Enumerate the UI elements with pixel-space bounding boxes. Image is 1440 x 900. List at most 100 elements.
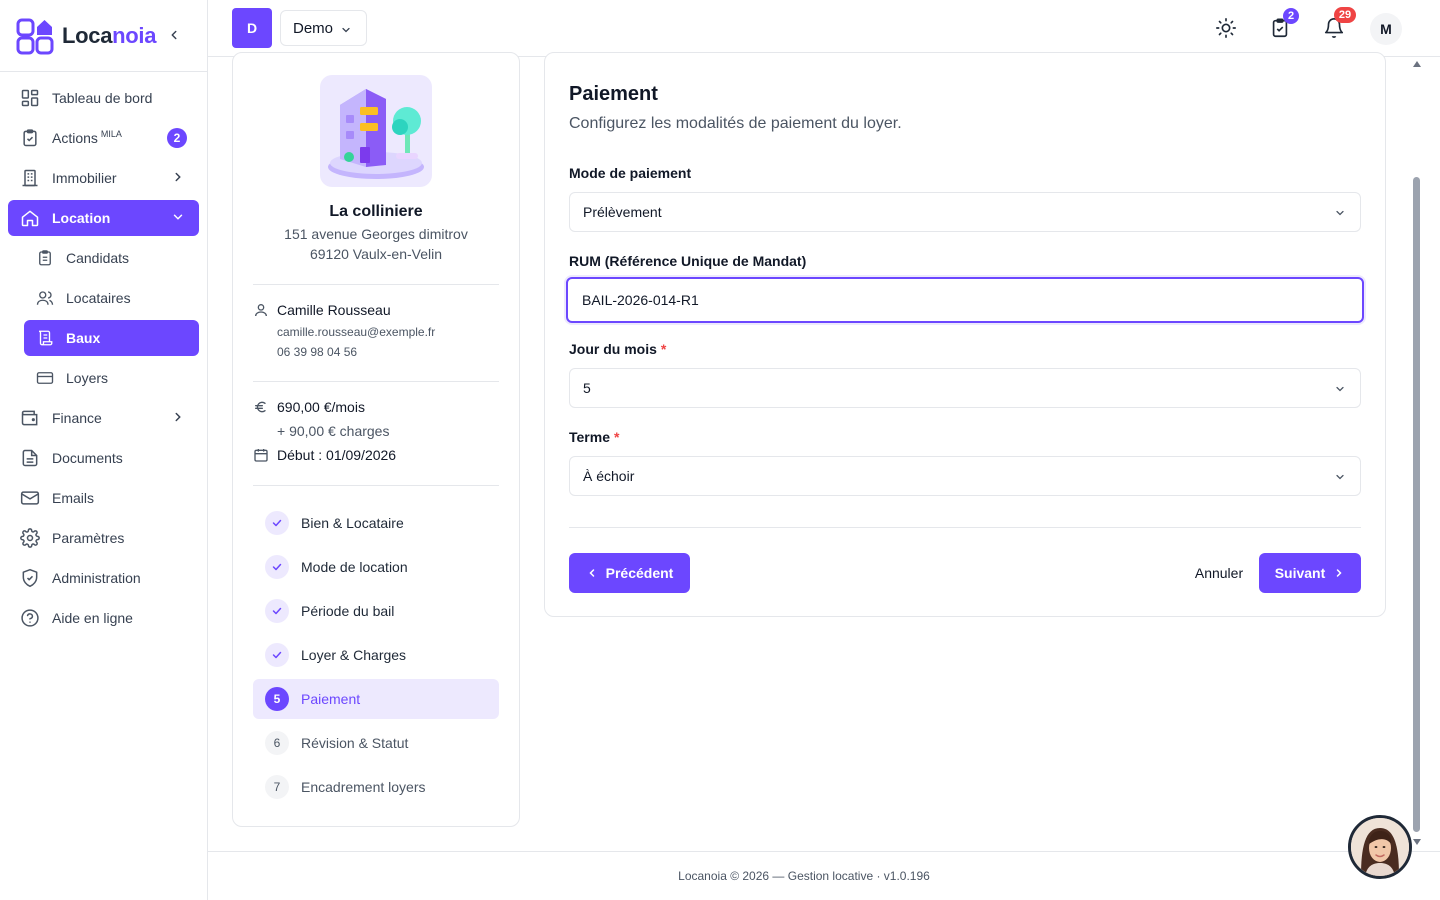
- start-date-row: Début : 01/09/2026: [253, 447, 396, 463]
- sidebar-item-locataires[interactable]: Locataires: [24, 280, 199, 316]
- step-loyer-charges[interactable]: Loyer & Charges: [253, 635, 499, 675]
- org-avatar[interactable]: D: [232, 8, 272, 48]
- sidebar-item-emails[interactable]: Emails: [8, 480, 199, 516]
- chevron-down-icon: [1336, 474, 1344, 480]
- user-avatar[interactable]: M: [1370, 13, 1402, 45]
- step-label: Mode de location: [301, 559, 408, 575]
- sidebar-item-documents[interactable]: Documents: [8, 440, 199, 476]
- cancel-button[interactable]: Annuler: [1183, 553, 1255, 593]
- home-icon: [21, 210, 39, 227]
- footer-text: Locanoia © 2026 — Gestion locative · v1.…: [678, 869, 930, 883]
- step-check: [265, 599, 289, 623]
- building-icon: [22, 169, 38, 187]
- notifications-badge: 29: [1334, 7, 1356, 23]
- sidebar-item-label: Paramètres: [52, 530, 125, 546]
- sun-icon: [1216, 18, 1236, 38]
- actions-count-badge: 2: [167, 128, 187, 148]
- theme-toggle-button[interactable]: [1215, 17, 1237, 39]
- logo-text: Locanoia: [62, 22, 157, 48]
- mila-tag: MILA: [100, 129, 122, 139]
- step-number: 7: [265, 775, 289, 799]
- page-scrollbar[interactable]: [1410, 57, 1424, 851]
- start-date: Début : 01/09/2026: [277, 447, 397, 463]
- shield-check-icon: [22, 568, 38, 588]
- charges-amount: + 90,00 € charges: [277, 423, 390, 439]
- sidebar-item-dashboard[interactable]: Tableau de bord: [8, 80, 199, 116]
- check-icon: [272, 651, 282, 659]
- logo[interactable]: Locanoia: [0, 0, 207, 72]
- term-select[interactable]: À échoir: [569, 456, 1361, 496]
- next-label: Suivant: [1274, 565, 1326, 581]
- sidebar-item-baux[interactable]: Baux: [24, 320, 199, 356]
- step-label: Encadrement loyers: [301, 779, 426, 795]
- payment-mode-select[interactable]: Prélèvement: [569, 192, 1361, 232]
- chevron-right-icon: [175, 412, 181, 422]
- rent-row: 690,00 €/mois: [253, 399, 365, 415]
- sidebar-item-actions[interactable]: Actions MILA 2: [8, 120, 199, 156]
- tenant-phone: 06 39 98 04 56: [277, 345, 358, 359]
- sidebar-item-label: Locataires: [66, 290, 131, 306]
- sidebar-item-label: Candidats: [66, 250, 130, 266]
- rum-input[interactable]: BAIL-2026-014-R1: [566, 277, 1364, 323]
- sidebar-item-immobilier[interactable]: Immobilier: [8, 160, 199, 196]
- assistant-chat-button[interactable]: [1348, 815, 1412, 879]
- sidebar-item-label: Baux: [66, 330, 101, 346]
- top-header: D Demo 2 29 M: [208, 0, 1440, 57]
- step-paiement[interactable]: 5 Paiement: [253, 679, 499, 719]
- collapse-sidebar-button[interactable]: [167, 28, 181, 42]
- step-mode-location[interactable]: Mode de location: [253, 547, 499, 587]
- sidebar-item-finance[interactable]: Finance: [8, 400, 199, 436]
- check-icon: [272, 519, 282, 527]
- document-icon: [22, 449, 38, 467]
- step-check: [265, 643, 289, 667]
- chevron-right-icon: [175, 172, 181, 182]
- previous-label: Précédent: [605, 565, 674, 581]
- property-name: La colliniere: [329, 203, 423, 220]
- sidebar-item-parametres[interactable]: Paramètres: [8, 520, 199, 556]
- logo-icon: [16, 18, 54, 54]
- next-button[interactable]: Suivant: [1259, 553, 1361, 593]
- org-name: Demo: [293, 19, 334, 37]
- clipboard-list-icon: [39, 250, 51, 266]
- lease-summary-card: La colliniere 151 avenue Georges dimitro…: [232, 52, 520, 827]
- step-label: Bien & Locataire: [301, 515, 404, 531]
- tenant-email: camille.rousseau@exemple.fr: [277, 325, 436, 339]
- term-value: À échoir: [583, 468, 635, 484]
- step-bien-locataire[interactable]: Bien & Locataire: [253, 503, 499, 543]
- step-revision-statut[interactable]: 6 Révision & Statut: [253, 723, 499, 763]
- step-periode-bail[interactable]: Période du bail: [253, 591, 499, 631]
- clipboard-check-icon: [23, 129, 37, 147]
- step-check: [265, 555, 289, 579]
- sidebar-item-aide[interactable]: Aide en ligne: [8, 600, 199, 636]
- step-check: [265, 511, 289, 535]
- credit-card-icon: [36, 372, 54, 384]
- step-encadrement-loyers[interactable]: 7 Encadrement loyers: [253, 767, 499, 807]
- sidebar-item-label: Finance: [52, 410, 102, 426]
- sidebar-item-location[interactable]: Location: [8, 200, 199, 236]
- sidebar-item-label: Documents: [52, 450, 123, 466]
- scroll-icon: [38, 330, 53, 346]
- scroll-down-arrow-icon: [1413, 839, 1421, 845]
- step-label: Loyer & Charges: [301, 647, 407, 663]
- form-subtitle: Configurez les modalités de paiement du …: [569, 115, 902, 132]
- building-illustration-icon: [328, 89, 424, 179]
- sidebar-item-candidats[interactable]: Candidats: [24, 240, 199, 276]
- property-address-line2: 69120 Vaulx-en-Velin: [309, 246, 443, 262]
- rum-value: BAIL-2026-014-R1: [582, 292, 699, 308]
- org-selector[interactable]: Demo: [280, 10, 367, 46]
- wallet-icon: [21, 410, 38, 426]
- chevron-down-icon: [1336, 210, 1344, 216]
- chevron-left-icon: [171, 30, 177, 40]
- sidebar-item-loyers[interactable]: Loyers: [24, 360, 199, 396]
- tenant-name: Camille Rousseau: [277, 302, 391, 318]
- sidebar-item-administration[interactable]: Administration: [8, 560, 199, 596]
- day-of-month-select[interactable]: 5: [569, 368, 1361, 408]
- mail-icon: [20, 491, 40, 505]
- sidebar-item-label: Actions: [52, 130, 98, 146]
- step-label: Paiement: [301, 691, 361, 707]
- sidebar-item-label: Location: [52, 210, 111, 226]
- chevron-down-icon: [1336, 386, 1344, 392]
- chevron-down-icon: [342, 27, 350, 33]
- previous-button[interactable]: Précédent: [569, 553, 690, 593]
- scroll-thumb[interactable]: [1413, 177, 1420, 832]
